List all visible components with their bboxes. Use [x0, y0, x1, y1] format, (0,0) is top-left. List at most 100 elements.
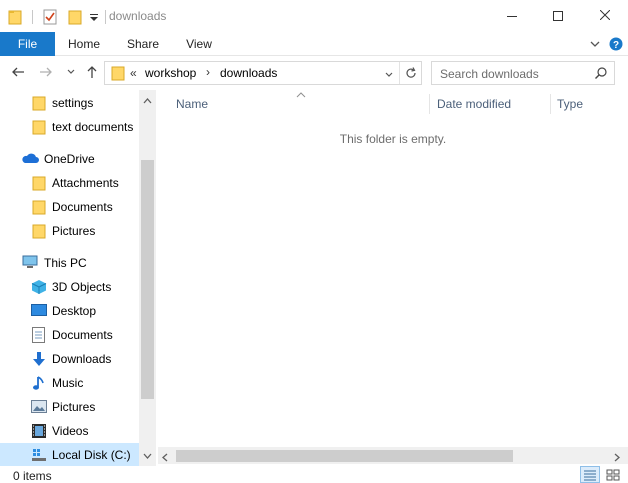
address-dropdown-button[interactable]: [384, 69, 394, 83]
sidebar-item-settings[interactable]: settings: [0, 91, 140, 115]
large-icons-view-icon: [606, 469, 620, 480]
file-list-pane: Name Date modified Type This folder is e…: [158, 90, 628, 466]
sidebar-item-onedrive[interactable]: OneDrive: [0, 147, 140, 171]
sidebar-item-label: Pictures: [52, 400, 96, 414]
large-icons-view-button[interactable]: [603, 466, 623, 483]
pictures-icon: [31, 400, 47, 416]
minimize-button[interactable]: [489, 0, 535, 32]
file-explorer-window: downloads File Home Share View ? « works…: [0, 0, 628, 483]
help-button[interactable]: ?: [609, 37, 623, 51]
search-icon[interactable]: [594, 66, 608, 83]
minimize-icon: [507, 15, 517, 17]
details-view-button[interactable]: [580, 466, 600, 483]
folder-icon: [32, 119, 48, 135]
chevron-left-icon: [162, 453, 168, 462]
details-view-icon: [584, 470, 596, 480]
chevron-right-icon: [614, 453, 620, 462]
column-header-name[interactable]: Name: [176, 97, 208, 111]
document-icon: [32, 327, 48, 343]
tab-share[interactable]: Share: [119, 32, 167, 56]
scroll-up-button[interactable]: [139, 92, 156, 109]
properties-checklist-icon[interactable]: [43, 9, 57, 25]
close-icon: [599, 9, 611, 23]
refresh-button[interactable]: [404, 66, 418, 83]
sidebar-item-attachments[interactable]: Attachments: [0, 171, 140, 195]
chevron-down-icon: [588, 40, 602, 54]
close-button[interactable]: [582, 0, 628, 32]
sidebar-item-label: This PC: [44, 256, 87, 270]
scroll-left-button[interactable]: [162, 451, 168, 465]
sidebar-item-this-pc[interactable]: This PC: [0, 251, 140, 275]
sidebar-item-documents[interactable]: Documents: [0, 323, 140, 347]
sidebar-item-onedrive-pictures[interactable]: Pictures: [0, 219, 140, 243]
sidebar-item-pictures[interactable]: Pictures: [0, 395, 140, 419]
sidebar-item-downloads[interactable]: Downloads: [0, 347, 140, 371]
folder-icon: [32, 175, 48, 191]
sidebar-item-desktop[interactable]: Desktop: [0, 299, 140, 323]
arrow-right-icon: [39, 65, 53, 82]
expand-ribbon-button[interactable]: [588, 37, 602, 51]
column-header-date-modified[interactable]: Date modified: [437, 97, 511, 111]
chevron-down-icon: [143, 453, 152, 459]
navigation-pane: settings text documents OneDrive Attachm…: [0, 90, 156, 466]
empty-folder-message: This folder is empty.: [339, 132, 447, 146]
maximize-button[interactable]: [535, 0, 581, 32]
search-input[interactable]: Search downloads: [440, 67, 539, 81]
sidebar-item-videos[interactable]: Videos: [0, 419, 140, 443]
customize-qat-icon[interactable]: [89, 11, 99, 23]
desktop-icon: [31, 304, 47, 320]
music-note-icon: [32, 375, 48, 391]
sidebar-item-label: text documents: [52, 120, 134, 134]
sidebar-item-label: 3D Objects: [52, 280, 112, 294]
tab-file[interactable]: File: [0, 32, 55, 56]
file-list-horizontal-scroll-thumb[interactable]: [176, 450, 513, 462]
monitor-icon: [22, 255, 38, 271]
cube-icon: [31, 279, 47, 295]
back-button[interactable]: [10, 65, 26, 81]
sidebar-item-label: Attachments: [52, 176, 119, 190]
sidebar-item-text-documents[interactable]: text documents: [0, 115, 140, 139]
sidebar-item-music[interactable]: Music: [0, 371, 140, 395]
folder-icon: [32, 223, 48, 239]
sidebar-item-local-disk[interactable]: Local Disk (C:): [0, 443, 140, 466]
sort-indicator-icon: [296, 87, 306, 101]
ribbon-tabs: File Home Share View ?: [0, 32, 628, 56]
sidebar-item-label: Pictures: [52, 224, 96, 238]
column-divider[interactable]: [550, 94, 551, 114]
column-divider[interactable]: [429, 94, 430, 114]
refresh-icon: [404, 67, 418, 83]
arrow-left-icon: [11, 65, 25, 82]
breadcrumb-overflow[interactable]: «: [130, 66, 137, 80]
disk-drive-icon: [31, 448, 47, 464]
maximize-icon: [553, 11, 563, 21]
title-bar: downloads: [0, 0, 628, 32]
breadcrumb-separator[interactable]: ›: [206, 65, 210, 79]
folder-icon: [111, 65, 125, 84]
item-count: 0 items: [13, 469, 52, 483]
recent-locations-button[interactable]: [63, 65, 79, 81]
forward-button[interactable]: [38, 65, 54, 81]
new-folder-icon[interactable]: [68, 9, 82, 25]
sidebar-item-onedrive-documents[interactable]: Documents: [0, 195, 140, 219]
scroll-right-button[interactable]: [614, 451, 620, 465]
folder-icon[interactable]: [8, 9, 22, 25]
sidebar-item-label: Music: [52, 376, 84, 390]
arrow-up-icon: [85, 65, 99, 82]
folder-icon: [32, 199, 48, 215]
breadcrumb-item-workshop[interactable]: workshop: [145, 66, 196, 80]
tab-home[interactable]: Home: [60, 32, 108, 56]
svg-text:?: ?: [613, 40, 619, 51]
tab-view[interactable]: View: [175, 32, 223, 56]
breadcrumb-item-downloads[interactable]: downloads: [220, 66, 277, 80]
column-header-type[interactable]: Type: [557, 97, 583, 111]
sidebar-item-label: Downloads: [52, 352, 112, 366]
search-box[interactable]: Search downloads: [431, 61, 615, 85]
navigation-pane-scroll-thumb[interactable]: [141, 160, 154, 399]
address-bar[interactable]: « workshop › downloads: [104, 61, 422, 85]
sidebar-item-3d-objects[interactable]: 3D Objects: [0, 275, 140, 299]
status-bar: 0 items: [0, 466, 628, 483]
scroll-down-button[interactable]: [139, 447, 156, 464]
address-divider: [399, 62, 400, 84]
up-button[interactable]: [84, 65, 100, 81]
sidebar-item-label: Local Disk (C:): [52, 448, 131, 462]
